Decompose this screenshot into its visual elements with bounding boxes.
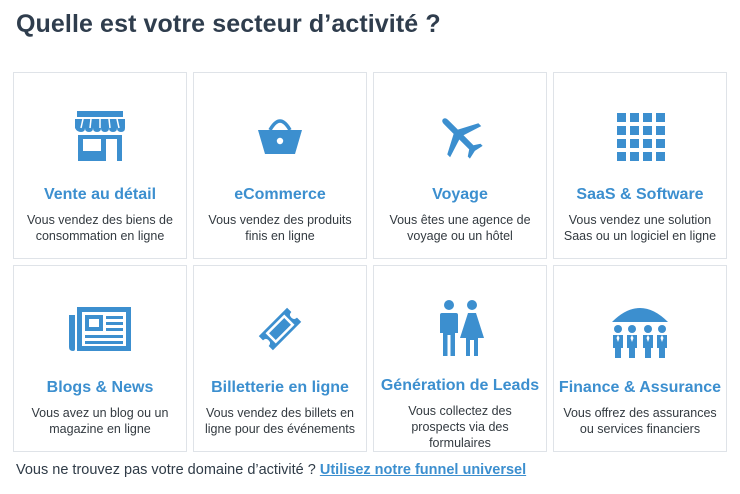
sector-name: Finance & Assurance [558,379,722,396]
sector-description: Vous êtes une agence de voyage ou un hôt… [389,213,531,243]
footer-text: Vous ne trouvez pas votre domaine d’acti… [16,462,316,478]
newspaper-icon [65,296,135,362]
sector-name: Blogs & News [46,379,154,396]
storefront-icon [65,103,135,169]
shopping-basket-icon [245,103,315,169]
sector-card-ticketing[interactable]: Billetterie en ligne Vous vendez des bil… [193,265,367,452]
sector-description: Vous vendez des produits finis en ligne [208,213,352,243]
sector-card-ecommerce[interactable]: eCommerce Vous vendez des produits finis… [193,72,367,259]
sector-description: Vous vendez une solution Saas ou un logi… [563,213,717,243]
page-title: Quelle est votre secteur d’activité ? [16,10,441,38]
umbrella-group-icon [605,296,675,362]
sector-card-saas[interactable]: SaaS & Software Vous vendez une solution… [553,72,727,259]
people-icon [425,296,495,360]
sector-name: SaaS & Software [576,186,704,203]
sector-description: Vous vendez des billets en ligne pour de… [204,406,356,436]
grid-apps-icon [605,103,675,169]
footer-help: Vous ne trouvez pas votre domaine d’acti… [16,462,526,478]
sector-description: Vous avez un blog ou un magazine en lign… [31,406,169,436]
ticket-icon [245,296,315,362]
universal-funnel-link[interactable]: Utilisez notre funnel universel [320,462,526,478]
sector-grid: Vente au détail Vous vendez des biens de… [13,72,729,452]
sector-name: Génération de Leads [380,377,540,394]
sector-description: Vous collectez des prospects via des for… [408,404,512,450]
sector-name: Voyage [432,186,488,203]
sector-description: Vous vendez des biens de consommation en… [27,213,173,243]
sector-card-blogs[interactable]: Blogs & News Vous avez un blog ou un mag… [13,265,187,452]
sector-card-leads[interactable]: Génération de Leads Vous collectez des p… [373,265,547,452]
sector-card-retail[interactable]: Vente au détail Vous vendez des biens de… [13,72,187,259]
airplane-icon [425,103,495,169]
sector-name: Vente au détail [43,186,157,203]
sector-name: eCommerce [234,186,326,203]
sector-card-finance[interactable]: Finance & Assurance Vous offrez des assu… [553,265,727,452]
sector-name: Billetterie en ligne [211,379,349,396]
sector-card-travel[interactable]: Voyage Vous êtes une agence de voyage ou… [373,72,547,259]
sector-description: Vous offrez des assurances ou services f… [563,406,717,436]
